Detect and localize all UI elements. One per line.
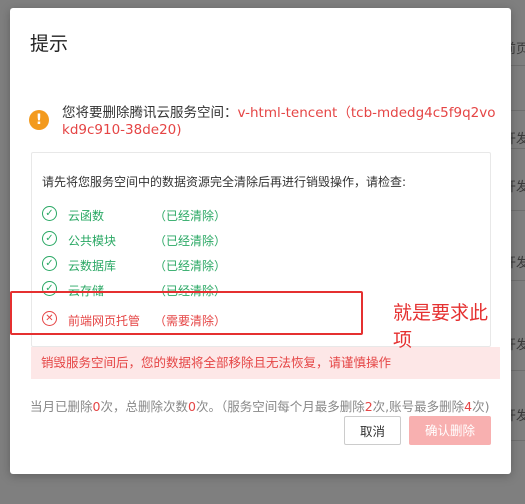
confirm-delete-button[interactable]: 确认删除 bbox=[409, 416, 491, 445]
annotation-text: 就是要求此项 bbox=[393, 302, 489, 351]
checklist-item-name: 云函数 bbox=[68, 209, 105, 223]
count-label: 次,账号最多删除 bbox=[372, 399, 465, 414]
count-label: 当月已删除 bbox=[30, 399, 93, 414]
checklist-item-status: （已经清除） bbox=[154, 209, 227, 223]
check-circle-icon: ✓ bbox=[42, 206, 57, 221]
checklist-intro: 请先将您服务空间中的数据资源完全清除后再进行销毁操作，请检查: bbox=[42, 175, 407, 189]
cancel-button[interactable]: 取消 bbox=[344, 416, 401, 445]
checklist-item-name: 公共模块 bbox=[68, 234, 117, 248]
checklist-item-status: （已经清除） bbox=[154, 259, 227, 273]
warning-prefix: 您将要删除腾讯云服务空间： bbox=[62, 105, 238, 121]
count-number: 2 bbox=[364, 399, 373, 414]
count-label: 次。（服务空间每个月最多删除 bbox=[195, 399, 365, 414]
count-number: 0 bbox=[187, 399, 196, 414]
count-label: 次) bbox=[472, 399, 490, 414]
annotation-highlight-box bbox=[10, 291, 363, 335]
check-circle-icon: ✓ bbox=[42, 256, 57, 271]
checklist-item-name: 云数据库 bbox=[68, 259, 117, 273]
dialog-title: 提示 bbox=[30, 33, 69, 55]
exclamation-icon: ! bbox=[29, 110, 49, 130]
count-label: 次，总删除次数 bbox=[100, 399, 188, 414]
count-number: 4 bbox=[464, 399, 473, 414]
deletion-count-text: 当月已删除0次，总删除次数0次。（服务空间每个月最多删除2次,账号最多删除4次) bbox=[30, 396, 489, 415]
check-circle-icon: ✓ bbox=[42, 231, 57, 246]
warning-text: 您将要删除腾讯云服务空间：v-html-tencent（tcb-mdedg4c5… bbox=[62, 105, 502, 139]
delete-space-dialog: 提示 ! 您将要删除腾讯云服务空间：v-html-tencent（tcb-mde… bbox=[10, 8, 511, 474]
checklist-item-status: （已经清除） bbox=[154, 234, 227, 248]
